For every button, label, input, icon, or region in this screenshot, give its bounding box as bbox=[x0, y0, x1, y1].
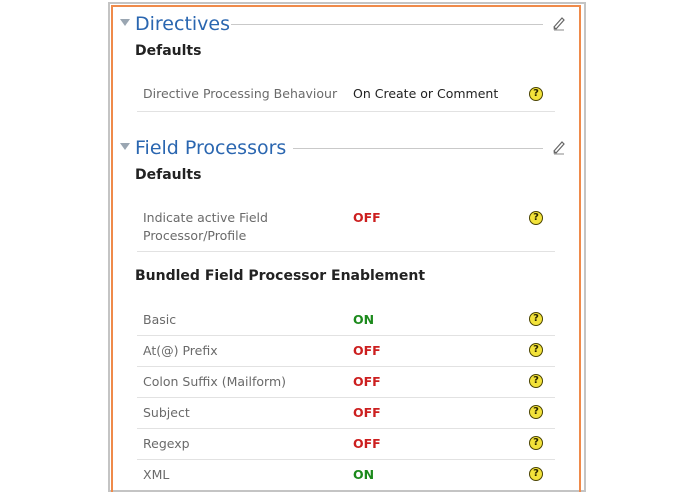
processor-row-xml: XML ON ? bbox=[137, 460, 555, 490]
help-icon[interactable]: ? bbox=[529, 436, 543, 450]
help-icon[interactable]: ? bbox=[529, 343, 543, 357]
help-icon[interactable]: ? bbox=[529, 312, 543, 326]
section-title-directives: Directives bbox=[135, 13, 230, 35]
field-processors-defaults-heading: Defaults bbox=[135, 167, 202, 183]
setting-value[interactable]: ON bbox=[353, 466, 374, 484]
processor-row-colon-suffix: Colon Suffix (Mailform) OFF ? bbox=[137, 367, 555, 398]
processor-row-subject: Subject OFF ? bbox=[137, 398, 555, 429]
help-icon[interactable]: ? bbox=[529, 405, 543, 419]
processor-row-at-prefix: At(@) Prefix OFF ? bbox=[137, 336, 555, 367]
pencil-icon[interactable] bbox=[551, 15, 567, 31]
collapse-triangle-icon[interactable] bbox=[120, 19, 130, 26]
setting-label: Subject bbox=[143, 405, 190, 420]
section-divider bbox=[293, 148, 543, 149]
directives-defaults-heading: Defaults bbox=[135, 43, 202, 59]
section-title-field-processors: Field Processors bbox=[135, 137, 287, 159]
help-icon[interactable]: ? bbox=[529, 211, 543, 225]
setting-label: XML bbox=[143, 467, 170, 482]
setting-label: Directive Processing Behaviour bbox=[143, 86, 338, 101]
setting-label: Regexp bbox=[143, 436, 190, 451]
setting-value[interactable]: OFF bbox=[353, 209, 381, 227]
collapse-triangle-icon[interactable] bbox=[120, 143, 130, 150]
settings-panel: Directives Defaults Directive Processing… bbox=[111, 5, 581, 492]
setting-label: Colon Suffix (Mailform) bbox=[143, 374, 286, 389]
section-header-field-processors[interactable]: Field Processors bbox=[113, 135, 579, 161]
setting-value[interactable]: On Create or Comment bbox=[353, 85, 498, 103]
setting-value[interactable]: OFF bbox=[353, 404, 381, 422]
processor-row-basic: Basic ON ? bbox=[137, 305, 555, 336]
setting-value[interactable]: OFF bbox=[353, 373, 381, 391]
help-icon[interactable]: ? bbox=[529, 87, 543, 101]
section-divider bbox=[231, 24, 543, 25]
setting-value[interactable]: OFF bbox=[353, 435, 381, 453]
setting-row: Indicate active Field Processor/Profile … bbox=[137, 201, 555, 252]
help-icon[interactable]: ? bbox=[529, 467, 543, 481]
setting-row: Directive Processing Behaviour On Create… bbox=[137, 77, 555, 112]
setting-value[interactable]: ON bbox=[353, 311, 374, 329]
bundled-enablement-heading: Bundled Field Processor Enablement bbox=[135, 268, 426, 284]
processor-row-regexp: Regexp OFF ? bbox=[137, 429, 555, 460]
pencil-icon[interactable] bbox=[551, 139, 567, 155]
setting-label: Basic bbox=[143, 312, 177, 327]
setting-label: Indicate active Field Processor/Profile bbox=[143, 210, 268, 243]
setting-label: At(@) Prefix bbox=[143, 343, 218, 358]
setting-value[interactable]: OFF bbox=[353, 342, 381, 360]
help-icon[interactable]: ? bbox=[529, 374, 543, 388]
section-header-directives[interactable]: Directives bbox=[113, 11, 579, 37]
